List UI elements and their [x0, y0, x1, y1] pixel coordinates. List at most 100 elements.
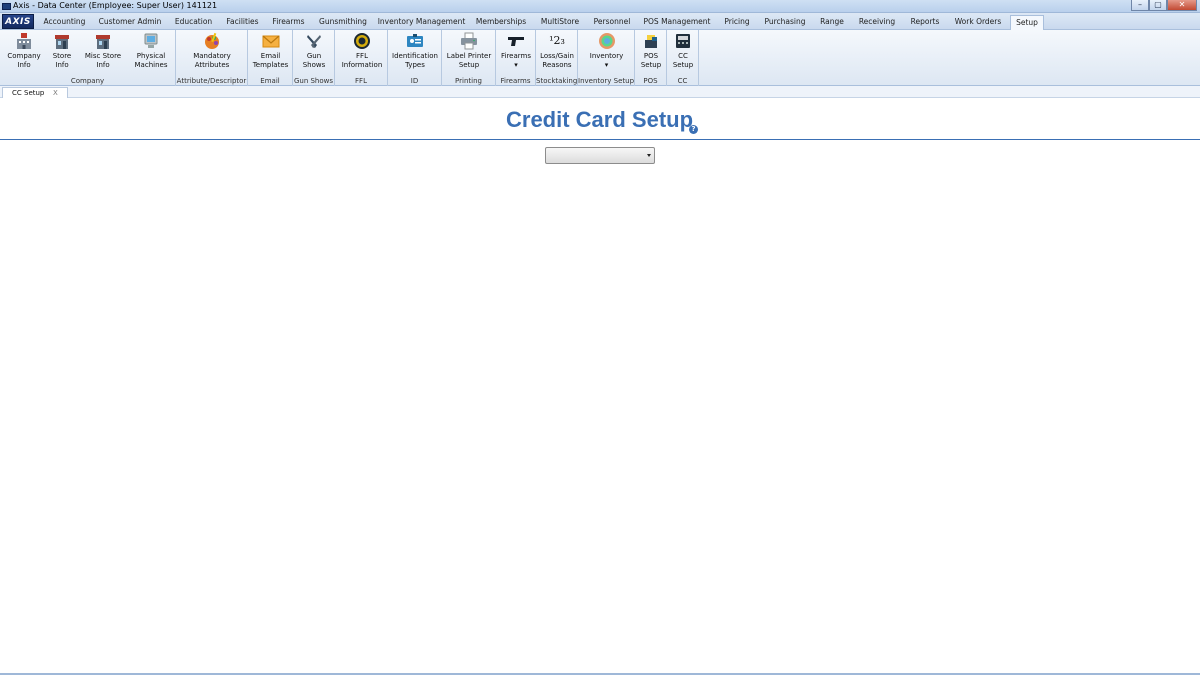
gun-shows-label-1: Gun — [306, 52, 322, 60]
axis-logo[interactable]: AXIS — [2, 14, 34, 29]
store-info-label-1: Store — [52, 52, 72, 60]
inventory-dropdown-button[interactable]: Inventory ▾ — [586, 32, 627, 69]
tab-gunsmithing[interactable]: Gunsmithing — [312, 15, 374, 30]
tab-accounting[interactable]: Accounting — [36, 15, 93, 30]
mandatory-attributes-button[interactable]: Mandatory Attributes — [190, 32, 234, 69]
tab-pos-management[interactable]: POS Management — [637, 15, 717, 30]
gun-shows-label-2: Shows — [302, 60, 326, 69]
tab-multistore[interactable]: MultiStore — [533, 15, 587, 30]
ribbon-group-email: Email Templates Email — [248, 30, 293, 86]
store-info-button[interactable]: Store Info — [44, 32, 80, 69]
close-button[interactable]: ✕ — [1167, 0, 1197, 11]
pistol-icon — [508, 37, 524, 46]
tab-reports[interactable]: Reports — [903, 15, 947, 30]
gun-shows-button[interactable]: Gun Shows — [297, 32, 331, 69]
seal-icon — [354, 33, 370, 49]
tab-receiving[interactable]: Receiving — [851, 15, 903, 30]
tab-customer-admin[interactable]: Customer Admin — [93, 15, 167, 30]
ffl-information-label-2: Information — [341, 60, 383, 69]
group-label-id: ID — [410, 77, 419, 85]
tab-memberships[interactable]: Memberships — [469, 15, 533, 30]
tab-work-orders[interactable]: Work Orders — [947, 15, 1009, 30]
store-info-label-2: Info — [55, 60, 69, 69]
physical-machines-label-2: Machines — [134, 60, 168, 69]
group-label-cc: CC — [677, 77, 688, 85]
computer-icon — [144, 33, 158, 48]
loss-gain-reasons-label-1: Loss/Gain — [540, 52, 574, 60]
email-templates-label-1: Email — [260, 52, 281, 60]
group-label-email: Email — [260, 77, 280, 85]
label-printer-setup-button[interactable]: Label Printer Setup — [444, 32, 494, 69]
mandatory-attributes-label-2: Attributes — [194, 60, 230, 69]
tab-education[interactable]: Education — [167, 15, 220, 30]
ribbon-group-id: Identification Types ID — [388, 30, 442, 86]
minimize-button[interactable]: – — [1131, 0, 1149, 11]
paint-palette-icon — [205, 32, 219, 49]
tab-inventory-management[interactable]: Inventory Management — [374, 15, 469, 30]
ffl-information-button[interactable]: FFL Information — [338, 32, 386, 69]
title-divider — [0, 139, 1200, 140]
loss-gain-reasons-button[interactable]: ¹2₃ Loss/Gain Reasons — [537, 32, 577, 69]
document-tab-strip: CC Setup X — [0, 86, 1200, 98]
numbers-icon: ¹2₃ — [549, 34, 565, 47]
company-info-label-2: Info — [17, 60, 31, 69]
inventory-label-1: Inventory — [589, 52, 624, 60]
cc-setup-button[interactable]: CC Setup — [669, 32, 697, 69]
tab-pricing[interactable]: Pricing — [717, 15, 757, 30]
printer-icon — [461, 32, 477, 50]
email-templates-label-2: Templates — [252, 60, 289, 69]
maximize-button[interactable]: ▢ — [1149, 0, 1167, 11]
card-terminal-icon — [676, 34, 690, 48]
envelope-icon — [262, 35, 279, 48]
group-label-gun-shows: Gun Shows — [293, 77, 334, 85]
tab-range[interactable]: Range — [813, 15, 851, 30]
email-templates-button[interactable]: Email Templates — [250, 32, 291, 69]
label-printer-setup-label-1: Label Printer — [446, 52, 492, 60]
ribbon-group-cc: CC Setup CC — [667, 30, 699, 86]
misc-store-info-label-1: Misc Store — [84, 52, 122, 60]
group-label-company: Company — [70, 77, 105, 85]
help-icon[interactable]: ? — [689, 125, 698, 134]
ribbon-group-attribute-descriptor: Mandatory Attributes Attribute/Descriptor — [176, 30, 248, 86]
group-label-printing: Printing — [455, 77, 482, 85]
app-icon — [2, 3, 11, 10]
ribbon: Company Info Store Info Misc Store Info Phy… — [0, 30, 1200, 86]
physical-machines-button[interactable]: Physical Machines — [128, 32, 174, 69]
label-printer-setup-label-2: Setup — [458, 60, 480, 69]
ffl-information-label-1: FFL — [356, 52, 368, 60]
pos-setup-button[interactable]: POS Setup — [637, 32, 665, 69]
tab-setup[interactable]: Setup — [1010, 15, 1044, 30]
mandatory-attributes-label-1: Mandatory — [193, 52, 231, 60]
firearms-label-1: Firearms — [500, 52, 531, 60]
ribbon-group-inventory-setup: Inventory ▾ Inventory Setup — [578, 30, 635, 86]
tab-personnel[interactable]: Personnel — [587, 15, 637, 30]
cc-setup-label-1: CC — [678, 52, 688, 60]
ribbon-group-pos: POS Setup POS — [635, 30, 667, 86]
company-info-button[interactable]: Company Info — [4, 32, 44, 69]
close-tab-button[interactable]: X — [53, 89, 58, 97]
storefront-icon — [55, 35, 69, 49]
group-label-inventory-setup: Inventory Setup — [578, 77, 635, 85]
main-content: Credit Card Setup ? — [0, 98, 1200, 675]
menu-bar: AXIS Accounting Customer Admin Education… — [0, 13, 1200, 30]
group-label-attribute-descriptor: Attribute/Descriptor — [176, 77, 247, 85]
cc-setup-label-2: Setup — [672, 60, 694, 69]
tab-purchasing[interactable]: Purchasing — [757, 15, 813, 30]
tab-facilities[interactable]: Facilities — [220, 15, 265, 30]
ribbon-group-ffl: FFL Information FFL — [335, 30, 388, 86]
tab-firearms[interactable]: Firearms — [265, 15, 312, 30]
cc-setup-select[interactable] — [545, 147, 655, 164]
storefront-icon — [96, 35, 110, 49]
physical-machines-label-1: Physical — [136, 52, 166, 60]
building-icon — [17, 33, 31, 49]
firearms-dropdown-button[interactable]: Firearms ▾ — [498, 32, 534, 69]
identification-types-button[interactable]: Identification Types — [390, 32, 440, 69]
misc-store-info-button[interactable]: Misc Store Info — [82, 32, 124, 69]
group-label-pos: POS — [643, 77, 658, 85]
doc-tab-cc-setup[interactable]: CC Setup X — [2, 87, 68, 98]
group-label-stocktaking: Stocktaking — [536, 77, 578, 85]
ribbon-group-printing: Label Printer Setup Printing — [442, 30, 496, 86]
chevron-down-icon: ▾ — [514, 60, 518, 69]
ribbon-group-company: Company Info Store Info Misc Store Info Phy… — [0, 30, 176, 86]
identification-types-label-2: Types — [405, 60, 425, 69]
